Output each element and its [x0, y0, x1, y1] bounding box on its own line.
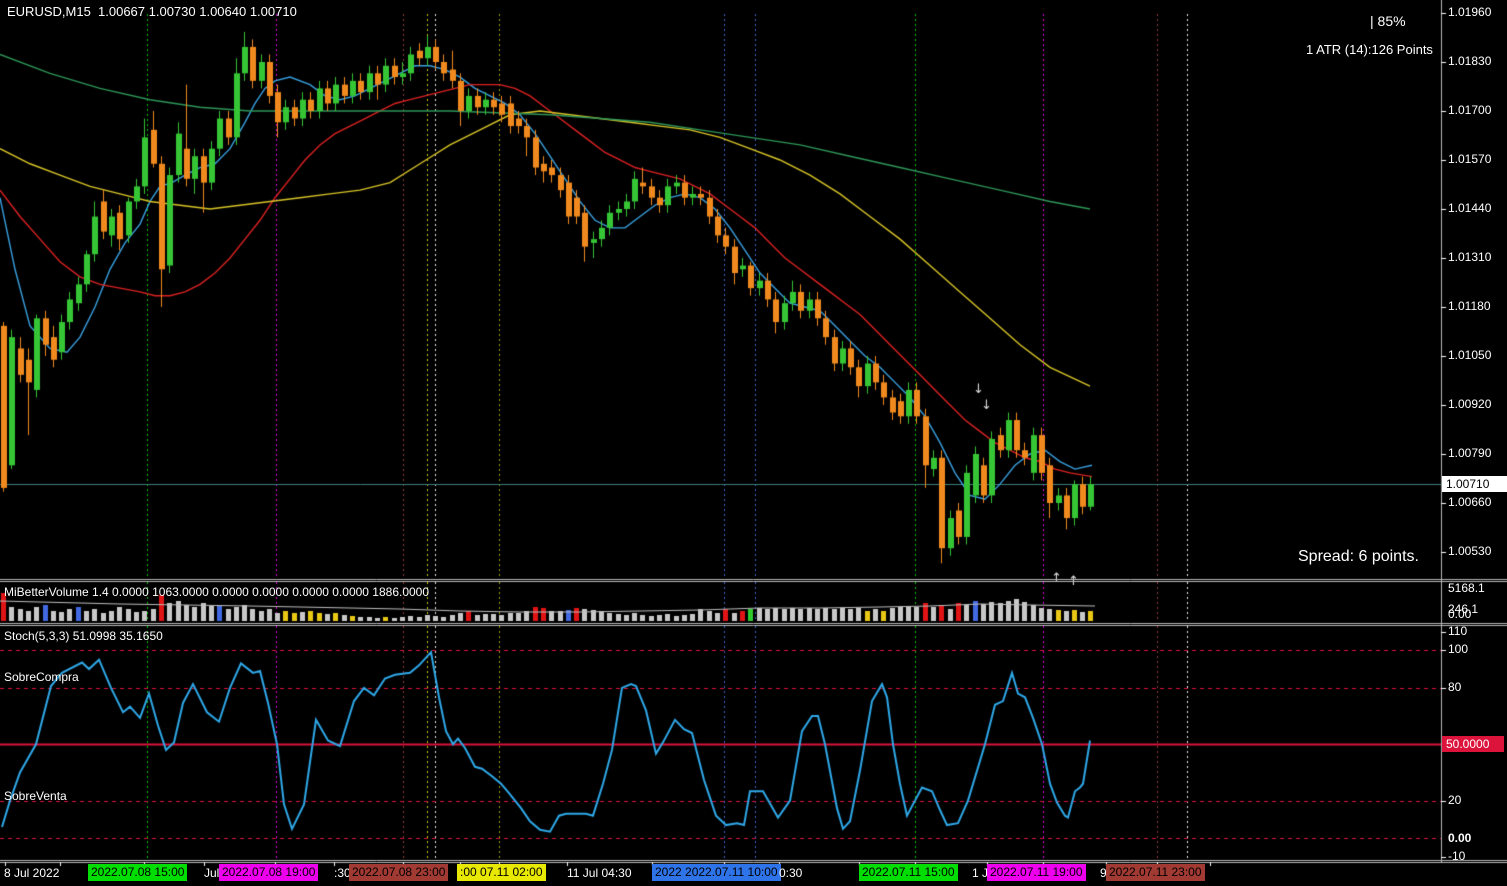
price-axis-tick: 1.01830	[1448, 54, 1491, 68]
percent-indicator-label: | 85%	[1370, 13, 1406, 29]
price-axis-tick: 1.01310	[1448, 250, 1491, 264]
mt4-chart-window: EURUSD,M15 1.00667 1.00730 1.00640 1.007…	[0, 0, 1507, 886]
time-axis-label: 2022.07.08 23:00	[349, 864, 448, 881]
current-price-badge: 1.00710	[1442, 476, 1507, 492]
spread-label: Spread: 6 points.	[1298, 548, 1419, 566]
oversold-label: SobreVenta	[4, 789, 67, 803]
time-axis-label: :00 07.11 02:00	[457, 864, 546, 881]
stoch-axis-tick: -10	[1448, 849, 1465, 863]
price-axis-tick: 1.00530	[1448, 544, 1491, 558]
chart-symbol-title: EURUSD,M15 1.00667 1.00730 1.00640 1.007…	[7, 4, 297, 19]
overbought-label: SobreCompra	[4, 670, 79, 684]
time-axis-label: 2022.07.11 19:00	[987, 864, 1086, 881]
volume-axis-low: 0.00	[1448, 607, 1471, 621]
price-axis-tick: 1.01960	[1448, 5, 1491, 19]
atr-indicator-label: 1 ATR (14):126 Points	[1306, 42, 1433, 57]
price-axis-tick: 1.00660	[1448, 495, 1491, 509]
price-axis-tick: 1.01440	[1448, 201, 1491, 215]
time-axis-label: Jul	[204, 866, 219, 880]
volume-indicator-label: MiBetterVolume 1.4 0.0000 1063.0000 0.00…	[4, 585, 429, 599]
time-axis-label: 8 Jul 2022	[4, 866, 59, 880]
stoch-mid-level-badge: 50.0000	[1442, 736, 1504, 752]
time-axis-label: 2022.07.11 23:00	[1106, 864, 1205, 881]
time-axis-label: 2022.07.08 15:00	[88, 864, 187, 881]
price-chart-canvas[interactable]	[0, 0, 1507, 886]
time-axis-label: 2022.07.08 19:00	[219, 864, 318, 881]
volume-axis-max: 5168.1	[1448, 581, 1485, 595]
time-axis-label: 2022 2022.07.11 10:00	[652, 864, 781, 881]
price-axis-tick: 1.01180	[1448, 299, 1491, 313]
stoch-axis-tick: 80	[1448, 680, 1461, 694]
price-axis-tick: 1.01050	[1448, 348, 1491, 362]
stoch-axis-tick: 110	[1448, 624, 1467, 638]
price-axis-tick: 1.00920	[1448, 397, 1491, 411]
stoch-indicator-label: Stoch(5,3,3) 51.0998 35.1650	[4, 629, 163, 643]
stoch-axis-tick: 20	[1448, 793, 1461, 807]
time-axis-label: 11 Jul 04:30	[567, 866, 632, 880]
time-axis-label: 0:30	[779, 866, 802, 880]
price-axis-tick: 1.01570	[1448, 152, 1491, 166]
time-axis-label: 2022.07.11 15:00	[859, 864, 958, 881]
price-axis-tick: 1.01700	[1448, 103, 1491, 117]
stoch-axis-tick: 100	[1448, 642, 1468, 656]
stoch-zero-label: 0.00	[1448, 831, 1471, 845]
price-axis-tick: 1.00790	[1448, 446, 1491, 460]
